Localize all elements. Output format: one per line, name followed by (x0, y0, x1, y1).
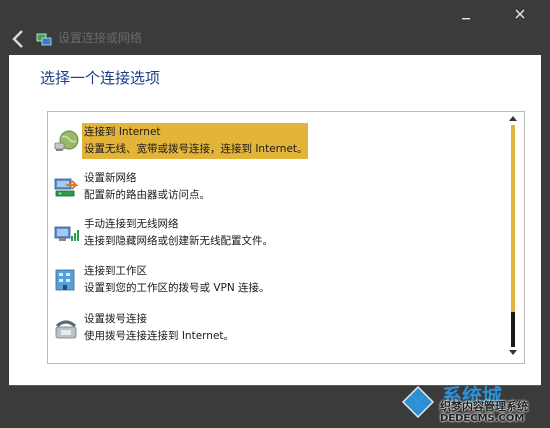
option-description: 配置新的路由器或访问点。 (84, 189, 210, 201)
watermark: 系统城 织梦内容管理系统 DEDECMS.COM (394, 378, 550, 428)
scroll-up-arrow-icon[interactable] (509, 116, 517, 121)
option-setup-dialup[interactable]: 设置拨号连接 使用拨号连接连接到 Internet。 (52, 307, 507, 351)
option-connect-internet[interactable]: 连接到 Internet 设置无线、宽带或拨号连接，连接到 Internet。 (52, 120, 507, 164)
option-manual-wireless[interactable]: 手动连接到无线网络 连接到隐藏网络或创建新无线配置文件。 (52, 212, 507, 256)
watermark-subtitle: 织梦内容管理系统 (440, 400, 528, 413)
minimize-icon (462, 18, 470, 20)
option-description: 连接到隐藏网络或创建新无线配置文件。 (84, 235, 273, 247)
close-button[interactable] (512, 6, 528, 20)
option-title: 设置新网络 (84, 172, 137, 184)
list-scrollbar[interactable] (504, 112, 522, 363)
close-icon (515, 9, 525, 19)
option-title: 设置拨号连接 (84, 313, 147, 325)
globe-icon (52, 127, 80, 155)
scroll-down-arrow-icon[interactable] (509, 350, 517, 355)
option-title: 连接到 Internet (84, 126, 161, 138)
back-button[interactable] (8, 28, 30, 50)
option-connect-workplace[interactable]: 连接到工作区 设置到您的工作区的拨号或 VPN 连接。 (52, 259, 507, 303)
watermark-url: DEDECMS.COM (440, 413, 525, 424)
option-setup-new-network[interactable]: 设置新网络 配置新的路由器或访问点。 (52, 166, 507, 210)
wireless-network-icon (52, 219, 80, 247)
setup-connection-window: 设置连接或网络 选择一个连接选项 连接到 Internet 设置无线、宽带或拨号… (0, 0, 550, 428)
scroll-track[interactable] (511, 125, 515, 347)
network-icon (36, 31, 52, 47)
page-heading: 选择一个连接选项 (40, 69, 161, 87)
connection-options-list: 连接到 Internet 设置无线、宽带或拨号连接，连接到 Internet。 … (47, 111, 525, 364)
option-title: 手动连接到无线网络 (84, 218, 179, 230)
workplace-icon (52, 266, 80, 294)
title-bar: 设置连接或网络 (0, 0, 550, 56)
content-panel: 选择一个连接选项 连接到 Internet 设置无线、宽带或拨号连接，连接到 I… (9, 55, 541, 385)
router-icon (52, 173, 80, 201)
minimize-button[interactable] (458, 6, 474, 20)
option-title: 连接到工作区 (84, 265, 147, 277)
back-arrow-icon (12, 30, 23, 48)
window-title: 设置连接或网络 (58, 31, 143, 45)
option-description: 使用拨号连接连接到 Internet。 (84, 330, 235, 342)
option-description: 设置到您的工作区的拨号或 VPN 连接。 (84, 282, 270, 294)
windows-logo-icon (402, 386, 434, 418)
scroll-thumb[interactable] (511, 125, 515, 312)
telephone-icon (52, 314, 80, 342)
option-description: 设置无线、宽带或拨号连接，连接到 Internet。 (84, 143, 308, 155)
scroll-track-lower (511, 312, 515, 347)
